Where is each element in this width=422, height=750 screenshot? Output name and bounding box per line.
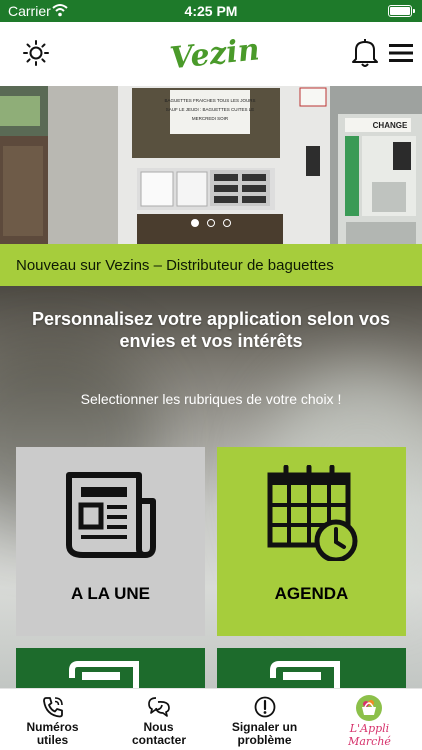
- carousel-indicators[interactable]: [0, 214, 422, 232]
- personalize-panel: Personnalisez votre application selon vo…: [0, 286, 422, 688]
- tile-agenda[interactable]: AGENDA: [217, 447, 406, 636]
- tile-category[interactable]: [16, 648, 205, 688]
- nav-signaler-probleme[interactable]: Signaler un problème: [212, 689, 317, 750]
- sun-icon[interactable]: [22, 39, 50, 67]
- battery-icon: [388, 5, 415, 17]
- status-bar: Carrier 4:25 PM: [0, 0, 422, 22]
- newspaper-icon: [66, 472, 156, 558]
- carousel-dot[interactable]: [191, 219, 199, 227]
- market-basket-icon: [356, 695, 382, 721]
- tile-category[interactable]: [217, 648, 406, 688]
- tile-a-la-une-label: A LA UNE: [70, 584, 150, 603]
- chat-bubbles-icon: [148, 697, 170, 717]
- tile-a-la-une[interactable]: A LA UNE: [16, 447, 205, 636]
- svg-text:SAUF LE JEUDI : BAGUETTES CUIT: SAUF LE JEUDI : BAGUETTES CUITES LE: [166, 107, 255, 112]
- panel-title: Personnalisez votre application selon vo…: [31, 309, 391, 351]
- phone-icon: [43, 697, 63, 718]
- news-headline[interactable]: Nouveau sur Vezins – Distributeur de bag…: [0, 244, 422, 286]
- nav-numeros-utiles[interactable]: Numéros utiles: [0, 689, 105, 750]
- nav-label: Numéros utiles: [26, 720, 79, 747]
- nav-appli-marche[interactable]: L'Appli Marché: [317, 689, 422, 750]
- bell-icon[interactable]: [350, 37, 380, 69]
- vending-notice: BAGUETTES FRAICHES TOUS LES JOURS: [164, 98, 255, 103]
- panel-subtitle: Selectionner les rubriques de votre choi…: [80, 391, 342, 407]
- tile-agenda-label: AGENDA: [274, 584, 349, 603]
- nav-nous-contacter[interactable]: Nous contacter: [106, 689, 211, 750]
- bottom-navigation: Numéros utiles Nous contacter Signaler u…: [0, 688, 422, 750]
- clock: 4:25 PM: [184, 3, 238, 19]
- exclamation-icon: [254, 696, 276, 718]
- carousel-dot[interactable]: [223, 219, 231, 227]
- change-sign: CHANGE: [373, 121, 408, 130]
- vezins-logo[interactable]: Vezins!: [168, 26, 258, 78]
- hamburger-menu-icon[interactable]: [389, 42, 413, 64]
- nav-label: Signaler un problème: [231, 720, 298, 747]
- svg-text:MERCREDI SOIR: MERCREDI SOIR: [192, 116, 229, 121]
- calendar-clock-icon: [267, 465, 358, 561]
- nav-label: Nous contacter: [132, 720, 187, 747]
- document-icon: [69, 661, 139, 688]
- app-header: Vezins!: [0, 22, 422, 86]
- carousel-dot[interactable]: [207, 219, 215, 227]
- hero-carousel[interactable]: BAGUETTES FRAICHES TOUS LES JOURS SAUF L…: [0, 86, 422, 244]
- nav-label: L'Appli Marché: [348, 722, 391, 748]
- document-icon: [270, 661, 340, 688]
- logo-text: Vezins!: [168, 29, 258, 76]
